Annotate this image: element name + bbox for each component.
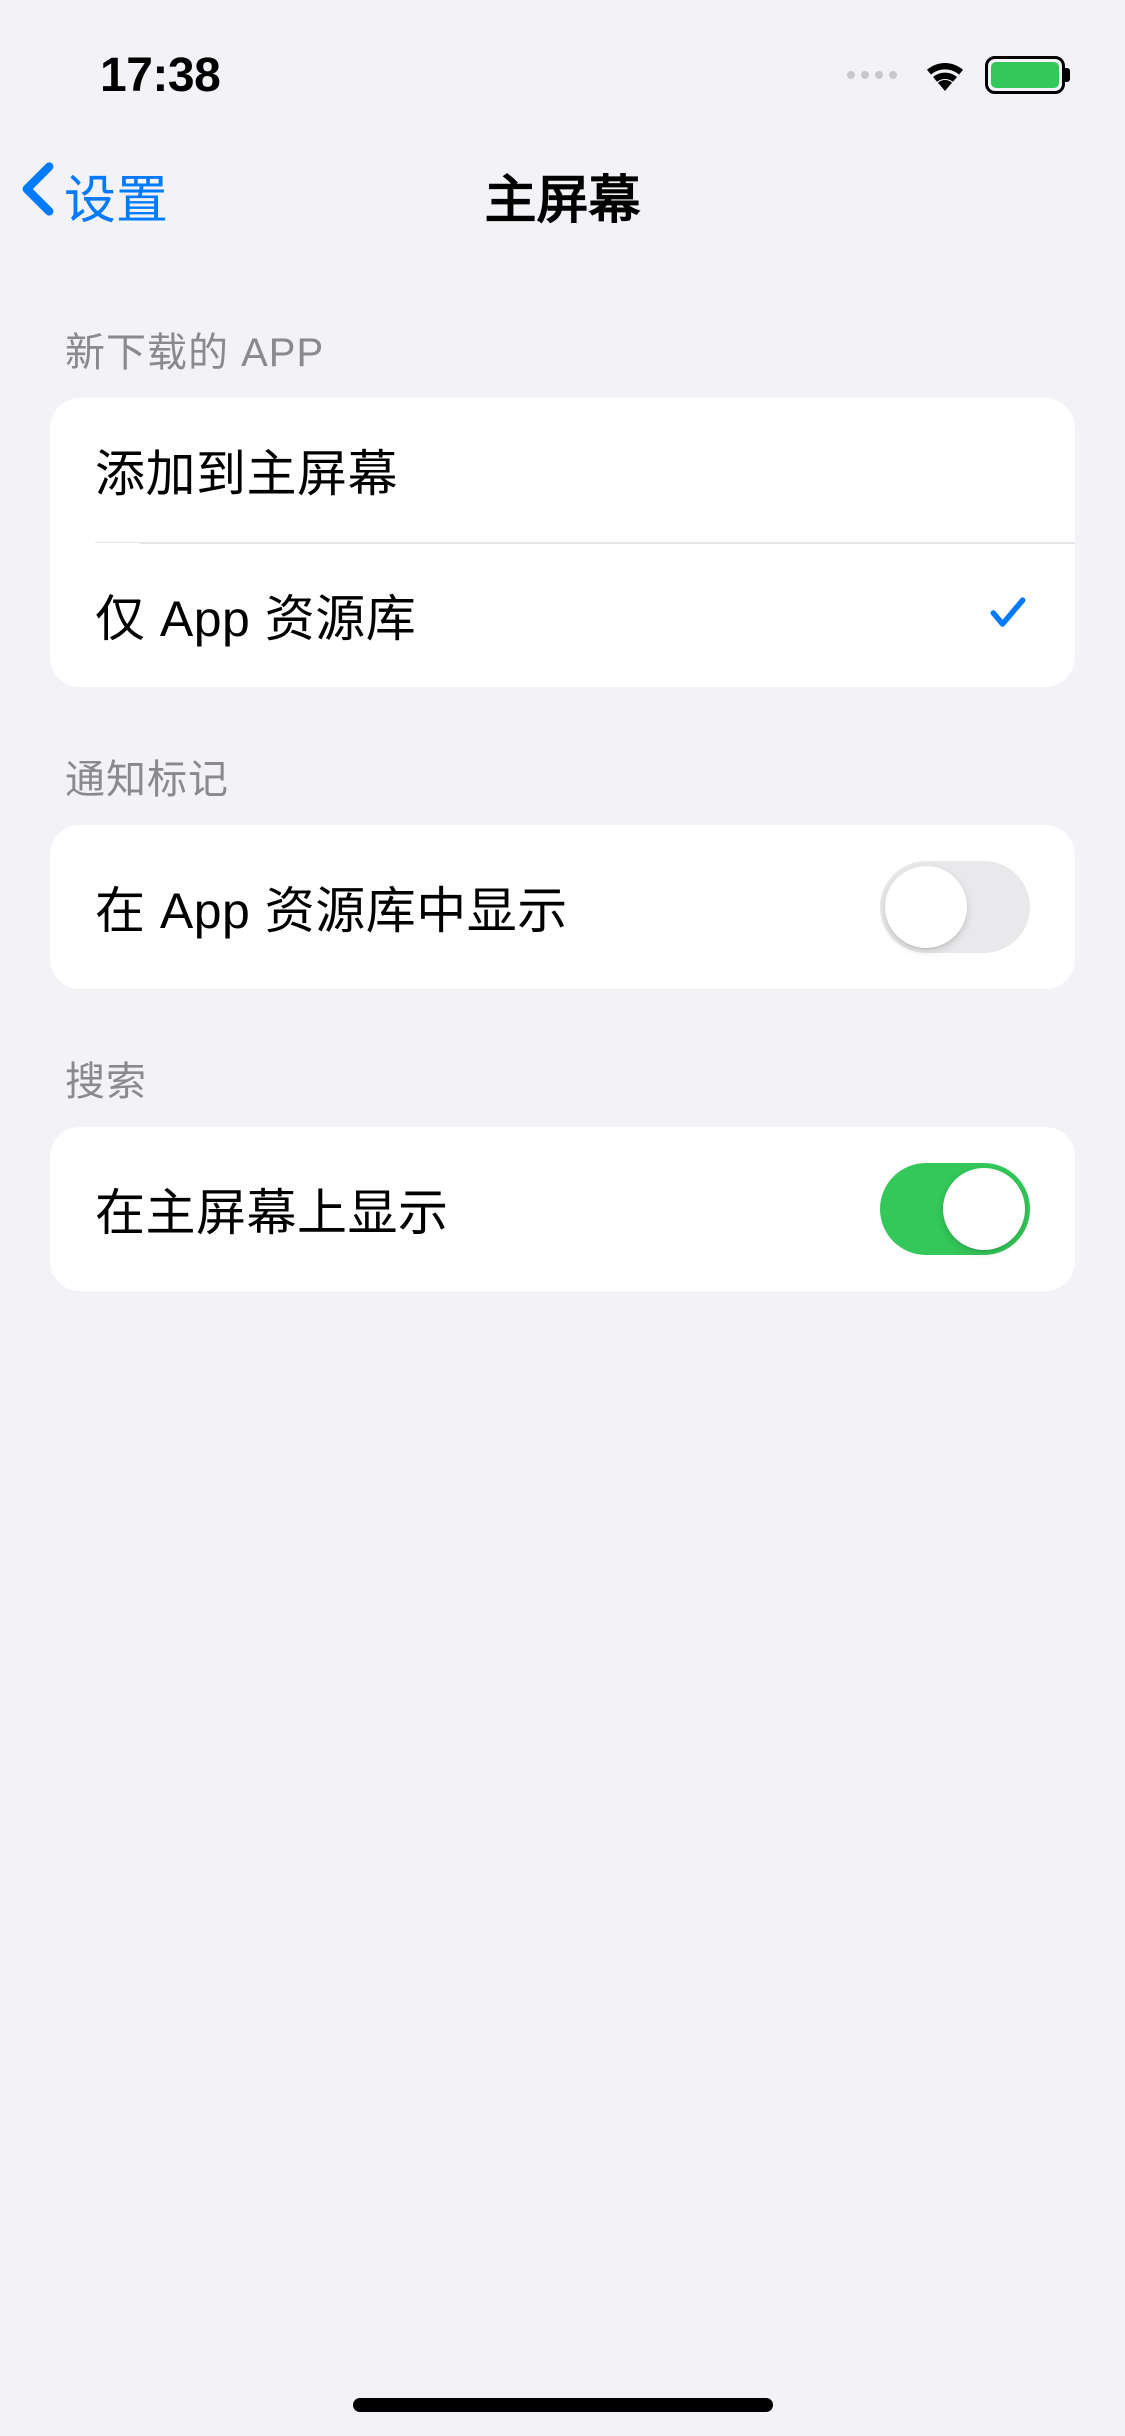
status-bar: 17:38 (0, 0, 1125, 130)
list-group-search: 在主屏幕上显示 (50, 1127, 1075, 1291)
status-time: 17:38 (100, 48, 220, 103)
switch-knob (943, 1168, 1025, 1250)
row-label: 在 App 资源库中显示 (95, 871, 568, 943)
option-label: 仅 App 资源库 (95, 579, 416, 651)
option-app-library-only[interactable]: 仅 App 资源库 (95, 542, 1075, 687)
battery-icon (985, 56, 1065, 94)
chevron-left-icon (20, 161, 56, 230)
back-label: 设置 (64, 158, 168, 233)
list-group-new-apps: 添加到主屏幕 仅 App 资源库 (50, 398, 1075, 687)
section-header-new-apps: 新下载的 APP (50, 260, 1075, 398)
list-group-badges: 在 App 资源库中显示 (50, 825, 1075, 989)
back-button[interactable]: 设置 (20, 158, 168, 233)
page-title: 主屏幕 (484, 158, 640, 233)
cellular-dots-icon (847, 71, 897, 79)
status-indicators (847, 55, 1065, 96)
section-header-search: 搜索 (50, 989, 1075, 1127)
section-header-badges: 通知标记 (50, 687, 1075, 825)
navigation-bar: 设置 主屏幕 (0, 130, 1125, 260)
toggle-show-in-app-library[interactable] (880, 861, 1030, 953)
toggle-show-on-home[interactable] (880, 1163, 1030, 1255)
row-show-on-home: 在主屏幕上显示 (50, 1127, 1075, 1291)
switch-knob (885, 866, 967, 948)
option-label: 添加到主屏幕 (95, 434, 398, 506)
row-label: 在主屏幕上显示 (95, 1173, 449, 1245)
option-add-to-home[interactable]: 添加到主屏幕 (50, 398, 1075, 542)
wifi-icon (921, 55, 969, 96)
home-indicator[interactable] (353, 2398, 773, 2412)
row-show-in-app-library: 在 App 资源库中显示 (50, 825, 1075, 989)
separator (140, 543, 1075, 544)
checkmark-icon (986, 591, 1030, 640)
